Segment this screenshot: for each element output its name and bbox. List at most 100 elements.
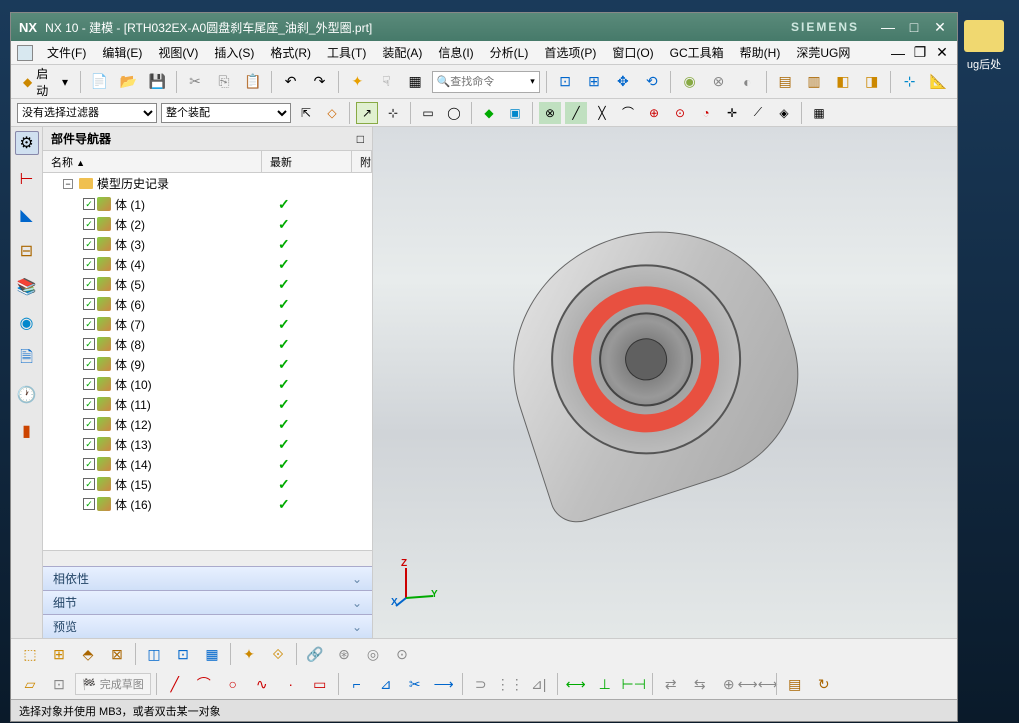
tree-body-item[interactable]: ✓体 (5)✓ [43, 274, 372, 294]
part-navigator-tab[interactable]: ⚙ [15, 131, 39, 155]
collapse-icon[interactable]: − [63, 179, 73, 189]
layer-button[interactable]: ▤ [773, 69, 798, 95]
tree-body-item[interactable]: ✓体 (16)✓ [43, 494, 372, 514]
menu-item[interactable]: 首选项(P) [536, 42, 604, 63]
menu-item[interactable]: 插入(S) [206, 42, 262, 63]
on-surface-button[interactable]: ◈ [773, 102, 795, 124]
close-button[interactable]: ✕ [931, 18, 949, 36]
pattern-curve-button[interactable]: ⋮⋮ [497, 671, 523, 697]
touch-mode-button[interactable]: ☟ [374, 69, 399, 95]
move-component-button[interactable]: ⬘ [75, 641, 101, 667]
undo-button[interactable]: ↶ [278, 69, 303, 95]
history-tab[interactable]: 🗎 [15, 347, 39, 371]
interpart-button[interactable]: ⊛ [331, 641, 357, 667]
menu-item[interactable]: 深莞UG网 [788, 42, 858, 63]
tree-body-item[interactable]: ✓体 (14)✓ [43, 454, 372, 474]
lasso-select-button[interactable]: ◯ [443, 102, 465, 124]
circle-button[interactable]: ○ [220, 671, 246, 697]
replace-component-button[interactable]: ⊡ [170, 641, 196, 667]
alternate-button[interactable]: ⇆ [687, 671, 713, 697]
finish-sketch-button[interactable]: 🏁完成草图 [75, 673, 151, 695]
pattern-component-button[interactable]: ⊠ [104, 641, 130, 667]
snap-mid-button[interactable]: ⊹ [382, 102, 404, 124]
control-pt-button[interactable]: ⌒ [617, 102, 639, 124]
details-section[interactable]: 细节 ⌄ [43, 590, 372, 614]
menu-item[interactable]: 信息(I) [430, 42, 481, 63]
paste-button[interactable]: 📋 [240, 69, 265, 95]
menu-item[interactable]: 分析(L) [482, 42, 537, 63]
face-rule-button[interactable]: ◆ [478, 102, 500, 124]
hd3d-tab[interactable]: 📚 [15, 275, 39, 299]
menu-item[interactable]: 帮助(H) [732, 42, 789, 63]
offset-curve-button[interactable]: ⊃ [468, 671, 494, 697]
checkbox[interactable]: ✓ [83, 338, 95, 350]
checkbox[interactable]: ✓ [83, 418, 95, 430]
checkbox[interactable]: ✓ [83, 498, 95, 510]
tree-body-item[interactable]: ✓体 (4)✓ [43, 254, 372, 274]
zoom-button[interactable]: ⊞ [582, 69, 607, 95]
tree-body-item[interactable]: ✓体 (12)✓ [43, 414, 372, 434]
fit-button[interactable]: ⊡ [553, 69, 578, 95]
make-symmetric-button[interactable]: ⊢⊣ [621, 671, 647, 697]
solid-rule-button[interactable]: ▣ [504, 102, 526, 124]
point-button[interactable]: · [278, 671, 304, 697]
edit-section-button[interactable]: ◨ [859, 69, 884, 95]
menu-item[interactable]: 编辑(E) [94, 42, 150, 63]
copy-button[interactable]: ⎘ [211, 69, 236, 95]
tree-body-item[interactable]: ✓体 (11)✓ [43, 394, 372, 414]
checkbox[interactable]: ✓ [83, 318, 95, 330]
wave-link-button[interactable]: 🔗 [302, 641, 328, 667]
checkbox[interactable]: ✓ [83, 258, 95, 270]
weight-button[interactable]: ⊙ [389, 641, 415, 667]
col-name[interactable]: 名称 ▲ [43, 151, 262, 172]
chamfer-button[interactable]: ⊿ [373, 671, 399, 697]
sketch-button[interactable]: ▱ [17, 671, 43, 697]
roles-tab[interactable]: ▮ [15, 419, 39, 443]
checkbox[interactable]: ✓ [83, 438, 95, 450]
checkbox[interactable]: ✓ [83, 358, 95, 370]
end-pt-button[interactable]: ╱ [565, 102, 587, 124]
checkbox[interactable]: ✓ [83, 298, 95, 310]
reattach-button[interactable]: ↻ [811, 671, 837, 697]
graphics-viewport[interactable]: Z Y X [373, 127, 957, 638]
sequence-button[interactable]: ⟐ [265, 641, 291, 667]
geo-constraint-button[interactable]: ⊥ [592, 671, 618, 697]
menu-item[interactable]: 工具(T) [319, 42, 374, 63]
sketch-in-task-button[interactable]: ⊡ [46, 671, 72, 697]
checkbox[interactable]: ✓ [83, 458, 95, 470]
menu-item[interactable]: 视图(V) [150, 42, 206, 63]
view-triad[interactable]: Z Y X [391, 558, 441, 608]
model-history-tree[interactable]: − 模型历史记录 ✓体 (1)✓✓体 (2)✓✓体 (3)✓✓体 (4)✓✓体 … [43, 173, 372, 550]
tree-body-item[interactable]: ✓体 (9)✓ [43, 354, 372, 374]
tree-body-item[interactable]: ✓体 (2)✓ [43, 214, 372, 234]
menu-item[interactable]: 装配(A) [374, 42, 430, 63]
tree-body-item[interactable]: ✓体 (3)✓ [43, 234, 372, 254]
tree-body-item[interactable]: ✓体 (15)✓ [43, 474, 372, 494]
add-component-button[interactable]: ⬚ [17, 641, 43, 667]
menu-item[interactable]: 格式(R) [262, 42, 319, 63]
rectangle-button[interactable]: ▭ [307, 671, 333, 697]
assembly-scope[interactable]: 整个装配 [161, 103, 291, 123]
arrangement-button[interactable]: ▦ [199, 641, 225, 667]
document-icon[interactable] [17, 45, 33, 61]
trim-button[interactable]: ✂ [402, 671, 428, 697]
assembly-constraint-button[interactable]: ⊞ [46, 641, 72, 667]
reuse-library-tab[interactable]: ⊟ [15, 239, 39, 263]
checkbox[interactable]: ✓ [83, 478, 95, 490]
extend-button[interactable]: ⟶ [431, 671, 457, 697]
constraint-navigator-tab[interactable]: ◣ [15, 203, 39, 227]
selection-filter[interactable]: 没有选择过滤器 [17, 103, 157, 123]
shaded-edges-button[interactable]: ◉ [677, 69, 702, 95]
open-button[interactable]: 📂 [116, 69, 141, 95]
rotate-button[interactable]: ⟲ [639, 69, 664, 95]
tree-body-item[interactable]: ✓体 (13)✓ [43, 434, 372, 454]
col-attach[interactable]: 附 [352, 151, 372, 172]
save-button[interactable]: 💾 [145, 69, 170, 95]
mirror-assembly-button[interactable]: ◫ [141, 641, 167, 667]
layer-visible-button[interactable]: ▥ [802, 69, 827, 95]
clearance-button[interactable]: ◎ [360, 641, 386, 667]
tangent-button[interactable]: ⊗ [539, 102, 561, 124]
process-studio-tab[interactable]: 🕐 [15, 383, 39, 407]
snap-point-button[interactable]: ↗ [356, 102, 378, 124]
exploded-view-button[interactable]: ✦ [236, 641, 262, 667]
